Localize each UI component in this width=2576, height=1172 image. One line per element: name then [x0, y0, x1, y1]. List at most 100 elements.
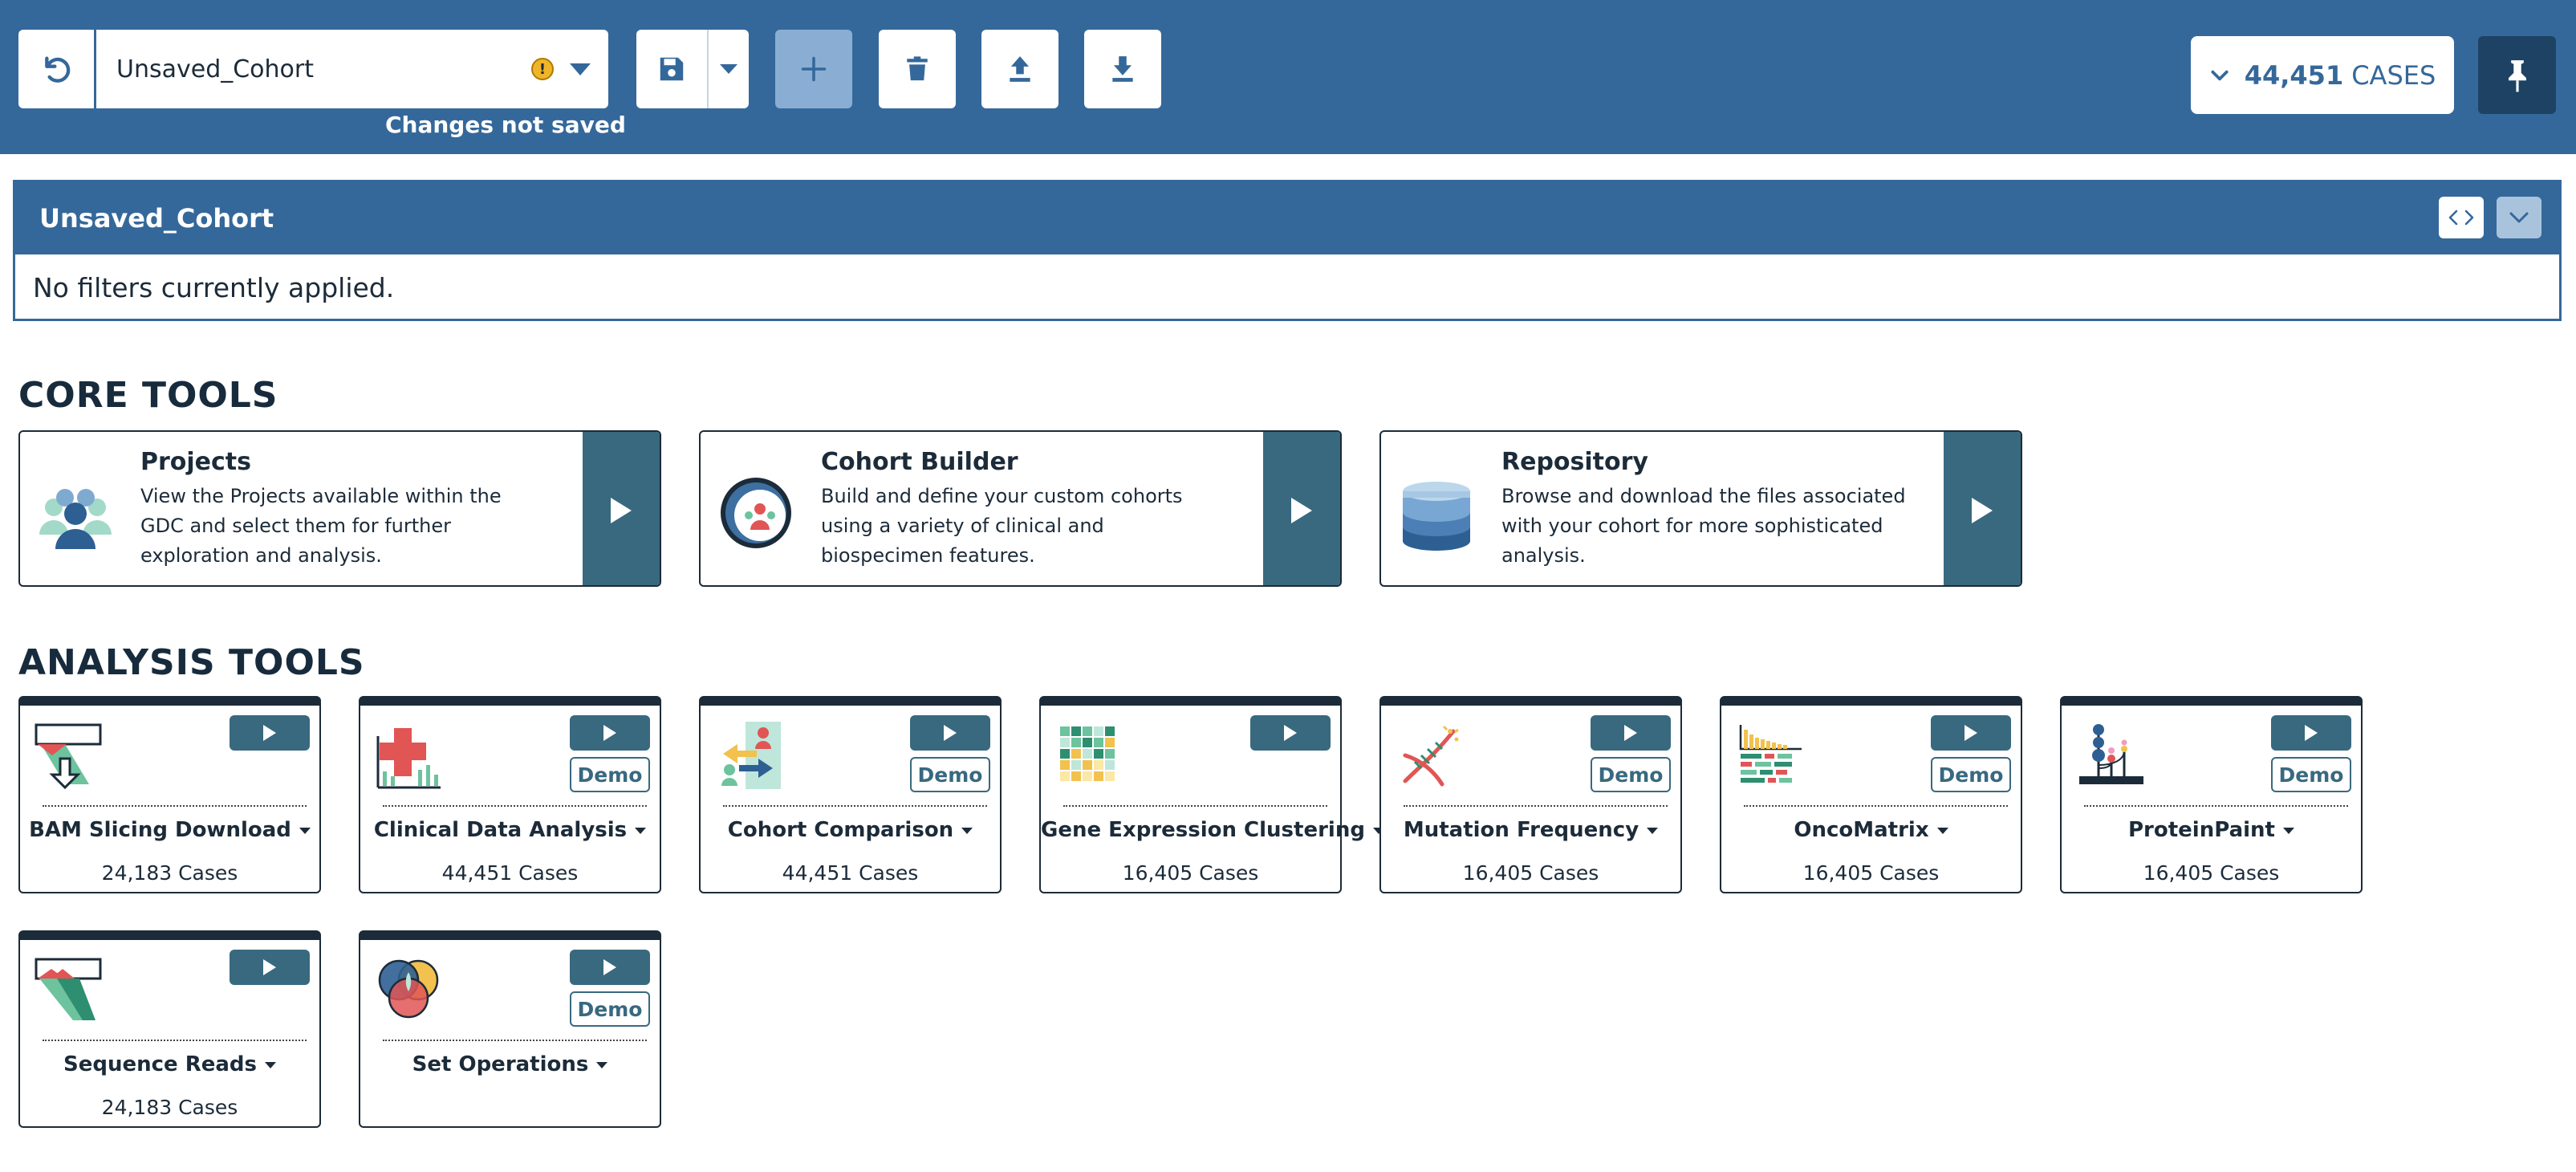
tool-name-dropdown[interactable]: Set Operations: [360, 1052, 660, 1076]
caret-down-icon: [596, 1061, 608, 1068]
analysis-tool-bam-slicing-download[interactable]: BAM Slicing Download 24,183 Cases: [18, 696, 321, 893]
tool-case-count: 24,183 Cases: [101, 1096, 238, 1119]
divider: [43, 1040, 307, 1041]
core-tool-title: Repository: [1501, 448, 1648, 476]
oncomatrix-icon: [1739, 725, 1802, 783]
heatmap-grid-icon: [1060, 726, 1115, 781]
cohort-panel-title: Unsaved_Cohort: [39, 203, 274, 234]
analysis-tool-gene-expression-clustering[interactable]: Gene Expression Clustering 16,405 Cases: [1039, 696, 1384, 893]
tool-name: OncoMatrix: [1794, 818, 1929, 842]
analysis-tool-mutation-frequency[interactable]: Demo Mutation Frequency 16,405 Cases: [1379, 696, 1682, 893]
core-tool-title: Projects: [140, 448, 252, 476]
unsaved-warning-icon: !: [531, 58, 554, 80]
save-cohort-button[interactable]: [636, 30, 709, 108]
run-tool-button[interactable]: [910, 715, 990, 751]
expand-filters-button[interactable]: [2439, 197, 2484, 238]
analysis-tools-heading: ANALYSIS TOOLS: [18, 642, 365, 683]
caret-down-icon: [961, 827, 973, 834]
run-tool-button[interactable]: [2271, 715, 2351, 751]
demo-button[interactable]: Demo: [2271, 757, 2351, 792]
run-tool-button[interactable]: [1931, 715, 2011, 751]
cohort-selector[interactable]: Unsaved_Cohort !: [18, 30, 608, 108]
demo-button[interactable]: Demo: [1931, 757, 2011, 792]
cohort-builder-icon: [721, 478, 791, 548]
tool-name-dropdown[interactable]: Cohort Comparison: [701, 818, 1000, 842]
open-repository-button[interactable]: [1944, 432, 2021, 585]
divider: [2084, 805, 2348, 807]
core-tool-card-cohort-builder[interactable]: Cohort Builder Build and define your cus…: [699, 430, 1342, 587]
save-options-dropdown[interactable]: [709, 64, 749, 74]
divider: [1404, 805, 1668, 807]
tool-name-dropdown[interactable]: BAM Slicing Download: [20, 818, 319, 842]
venn-diagram-icon: [378, 959, 439, 1019]
upload-icon: [1010, 56, 1030, 82]
analysis-tool-set-operations[interactable]: Demo Set Operations: [359, 930, 661, 1128]
demo-button[interactable]: Demo: [570, 991, 650, 1027]
divider: [1744, 805, 2008, 807]
play-icon: [1624, 725, 1637, 741]
tool-name: Gene Expression Clustering: [1041, 818, 1365, 842]
tool-name-dropdown[interactable]: Clinical Data Analysis: [360, 818, 660, 842]
open-projects-button[interactable]: [583, 432, 660, 585]
analysis-tool-proteinpaint[interactable]: Demo ProteinPaint 16,405 Cases: [2060, 696, 2363, 893]
collapse-panel-button[interactable]: [2497, 197, 2541, 238]
analysis-tool-clinical-data-analysis[interactable]: Demo Clinical Data Analysis 44,451 Cases: [359, 696, 661, 893]
analysis-tool-sequence-reads[interactable]: Sequence Reads 24,183 Cases: [18, 930, 321, 1128]
sequence-reads-icon: [35, 958, 102, 1020]
tool-case-count: 16,405 Cases: [1462, 861, 1599, 885]
run-tool-button[interactable]: [230, 950, 310, 985]
demo-button[interactable]: Demo: [910, 757, 990, 792]
save-cohort-button-group[interactable]: [636, 30, 749, 108]
export-cohort-button[interactable]: [1084, 30, 1161, 108]
tool-name: BAM Slicing Download: [29, 818, 291, 842]
core-tool-card-repository[interactable]: Repository Browse and download the files…: [1379, 430, 2022, 587]
tool-name-dropdown[interactable]: Mutation Frequency: [1381, 818, 1680, 842]
tool-name: Clinical Data Analysis: [373, 818, 628, 842]
tool-case-count: 44,451 Cases: [441, 861, 579, 885]
play-icon: [603, 959, 616, 975]
divider: [383, 805, 647, 807]
core-tool-title: Cohort Builder: [821, 448, 1018, 476]
run-tool-button[interactable]: [1591, 715, 1671, 751]
cases-count-button[interactable]: 44,451 CASES: [2191, 36, 2454, 114]
run-tool-button[interactable]: [570, 950, 650, 985]
core-tool-description: View the Projects available within the G…: [140, 485, 502, 567]
people-group-icon: [39, 489, 112, 549]
analysis-tool-cohort-comparison[interactable]: Demo Cohort Comparison 44,451 Cases: [699, 696, 1002, 893]
import-cohort-button[interactable]: [981, 30, 1058, 108]
tool-case-count: 24,183 Cases: [101, 861, 238, 885]
discard-changes-button[interactable]: [18, 30, 96, 108]
caret-down-icon: [265, 1061, 276, 1068]
tool-name-dropdown[interactable]: ProteinPaint: [2062, 818, 2361, 842]
run-tool-button[interactable]: [230, 715, 310, 751]
open-cohort-builder-button[interactable]: [1263, 432, 1340, 585]
tool-name: Mutation Frequency: [1403, 818, 1639, 842]
analysis-tool-oncomatrix[interactable]: Demo OncoMatrix 16,405 Cases: [1720, 696, 2022, 893]
tool-name-dropdown[interactable]: Sequence Reads: [20, 1052, 319, 1076]
cohort-filters-panel: Unsaved_Cohort No filters currently appl…: [13, 180, 2562, 321]
play-icon: [944, 725, 957, 741]
core-tool-description: Browse and download the files associated…: [1501, 485, 1906, 567]
unsaved-changes-note: Changes not saved: [385, 112, 626, 138]
chevron-down-icon[interactable]: [570, 63, 591, 75]
download-icon: [1112, 56, 1133, 82]
divider: [383, 1040, 647, 1041]
run-tool-button[interactable]: [570, 715, 650, 751]
trash-icon: [907, 56, 928, 81]
tool-name-dropdown[interactable]: Gene Expression Clustering: [1041, 818, 1384, 842]
delete-cohort-button[interactable]: [879, 30, 956, 108]
new-cohort-button[interactable]: [775, 30, 852, 108]
demo-button[interactable]: Demo: [1591, 757, 1671, 792]
bam-slicing-icon: [35, 723, 102, 790]
lollipop-plot-icon: [2079, 724, 2143, 784]
core-tool-card-projects[interactable]: Projects View the Projects available wit…: [18, 430, 661, 587]
demo-button[interactable]: Demo: [570, 757, 650, 792]
tool-name-dropdown[interactable]: OncoMatrix: [1721, 818, 2021, 842]
run-tool-button[interactable]: [1250, 715, 1331, 751]
save-icon: [660, 57, 684, 81]
pin-cohort-bar-button[interactable]: [2478, 36, 2556, 114]
cohort-name: Unsaved_Cohort: [116, 55, 315, 83]
play-icon: [263, 959, 276, 975]
tool-case-count: 16,405 Cases: [1802, 861, 1940, 885]
tool-name: Cohort Comparison: [727, 818, 954, 842]
